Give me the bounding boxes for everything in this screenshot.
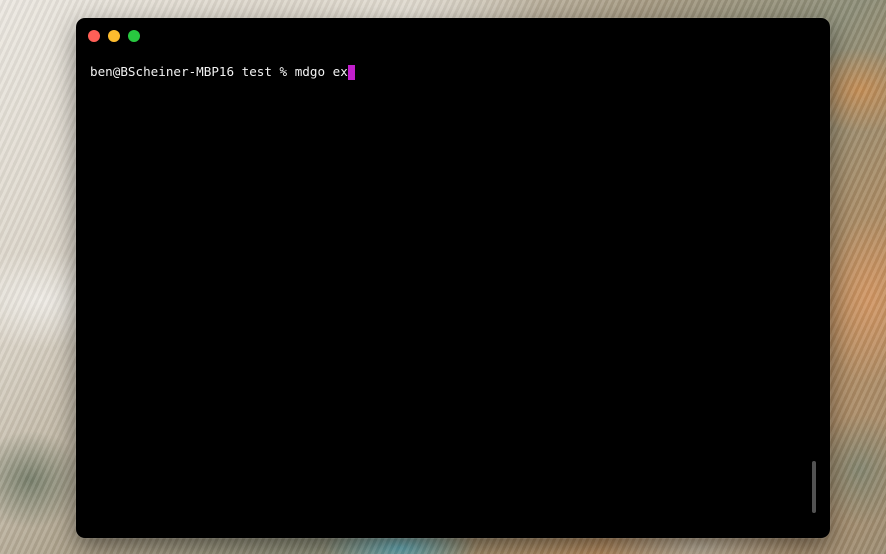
close-window-button[interactable] (88, 30, 100, 42)
shell-prompt: ben@BScheiner-MBP16 test % (90, 64, 295, 79)
command-line: ben@BScheiner-MBP16 test % mdgo ex (90, 64, 806, 80)
typed-command: mdgo ex (294, 64, 348, 79)
minimize-window-button[interactable] (108, 30, 120, 42)
terminal-window[interactable]: ben@BScheiner-MBP16 test % mdgo ex (76, 18, 830, 538)
vertical-scrollbar[interactable] (812, 461, 816, 513)
text-cursor (347, 64, 355, 80)
terminal-output-area[interactable]: ben@BScheiner-MBP16 test % mdgo ex (90, 64, 806, 528)
zoom-window-button[interactable] (128, 30, 140, 42)
window-titlebar[interactable] (76, 18, 830, 52)
